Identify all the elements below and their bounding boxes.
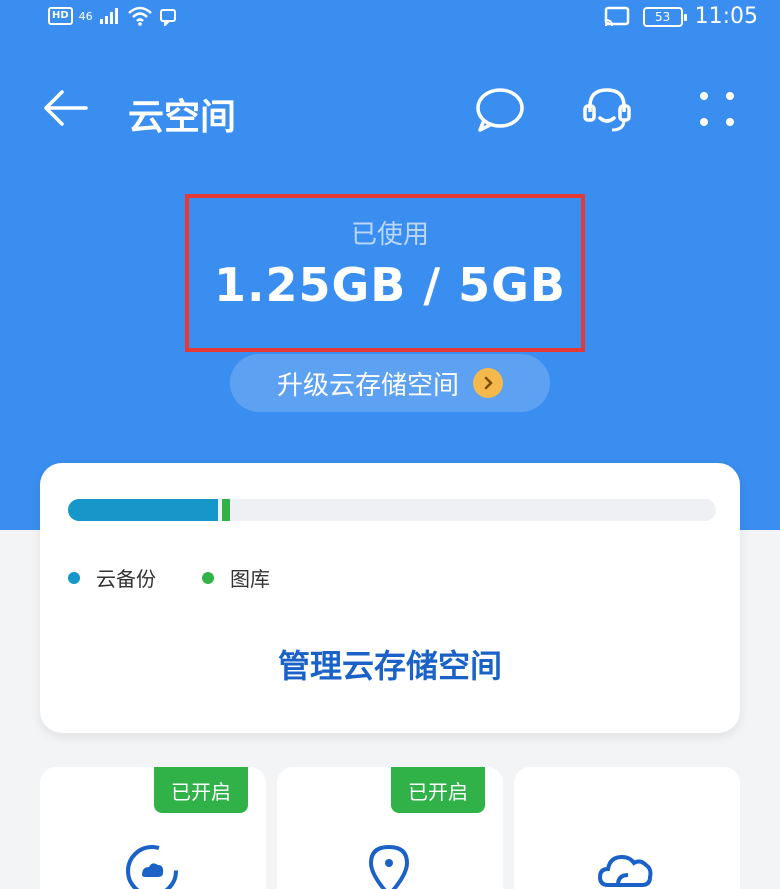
page-title: 云空间 (128, 97, 237, 138)
upgrade-storage-button[interactable]: 升级云存储空间 (230, 354, 550, 412)
legend-item-backup: 云备份 (68, 563, 156, 592)
legend-label-gallery: 图库 (230, 567, 270, 591)
enabled-badge: 已开启 (391, 767, 485, 813)
cloud-backup-icon (126, 845, 178, 889)
upgrade-label: 升级云存储空间 (276, 370, 459, 401)
chat-icon[interactable] (472, 82, 526, 136)
backup-dot-icon (68, 571, 80, 584)
signal-icon (99, 8, 118, 24)
notification-icon (159, 9, 176, 26)
legend-item-gallery: 图库 (202, 563, 270, 592)
location-pin-icon (368, 844, 410, 889)
manage-storage-button[interactable]: 管理云存储空间 (40, 641, 740, 687)
usage-label: 已使用 (350, 220, 429, 250)
back-arrow-icon[interactable] (40, 86, 90, 130)
backup-usage-segment (68, 499, 218, 521)
feature-tile-backup[interactable]: 已开启 (40, 767, 266, 889)
battery-indicator: 53 (642, 6, 687, 27)
more-options-icon[interactable] (690, 82, 744, 136)
network-indicator: 46 (78, 9, 93, 23)
hd-badge: HD (48, 7, 73, 25)
legend-label-backup: 云备份 (96, 567, 156, 591)
usage-value: 1.25GB / 5GB (214, 258, 566, 312)
storage-legend: 云备份 图库 (68, 563, 316, 592)
wifi-icon (127, 6, 152, 26)
customer-service-icon[interactable] (580, 82, 634, 136)
cloud-icon (597, 854, 653, 887)
feature-tile-cloud[interactable] (514, 767, 740, 889)
status-bar: HD 46 53 11:05 (0, 0, 780, 34)
cast-icon (604, 6, 629, 26)
gallery-usage-segment (222, 499, 230, 521)
storage-card: 云备份 图库 管理云存储空间 (40, 463, 740, 733)
gallery-dot-icon (202, 571, 214, 584)
chevron-right-icon (473, 368, 503, 398)
feature-tile-find-device[interactable]: 已开启 (277, 767, 503, 889)
enabled-badge: 已开启 (154, 767, 248, 813)
clock: 11:05 (694, 4, 758, 29)
storage-progress-bar (68, 499, 716, 521)
